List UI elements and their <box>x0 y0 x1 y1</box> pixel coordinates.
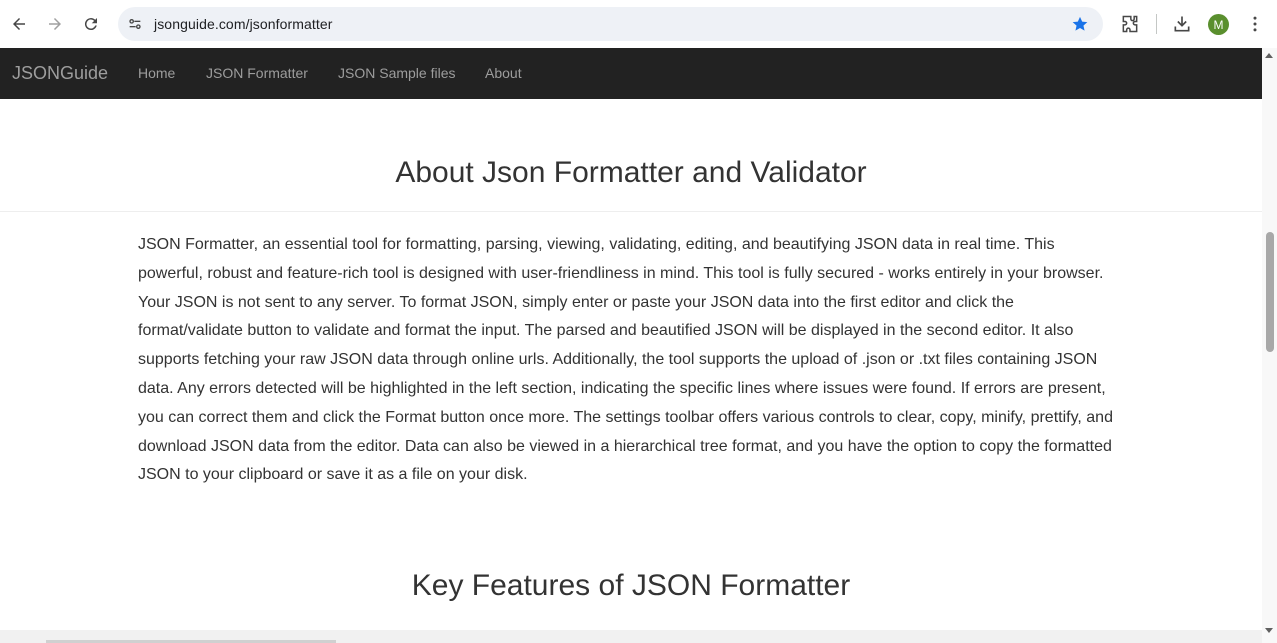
site-navbar: JSONGuide Home JSON Formatter JSON Sampl… <box>0 48 1262 99</box>
address-bar[interactable]: jsonguide.com/jsonformatter <box>118 7 1103 41</box>
reload-icon[interactable] <box>77 10 105 38</box>
url-text[interactable]: jsonguide.com/jsonformatter <box>154 16 333 32</box>
about-paragraph: JSON Formatter, an essential tool for fo… <box>138 236 1113 484</box>
back-arrow-icon[interactable] <box>5 10 33 38</box>
horizontal-scrollbar[interactable] <box>0 630 1262 643</box>
nav-link-json-sample-files[interactable]: JSON Sample files <box>338 65 455 81</box>
menu-kebab-icon[interactable] <box>1244 13 1266 35</box>
browser-toolbar: jsonguide.com/jsonformatter M <box>0 0 1277 48</box>
main-content: About Json Formatter and Validator JSON … <box>0 99 1262 643</box>
site-brand[interactable]: JSONGuide <box>12 63 108 84</box>
download-icon[interactable] <box>1171 13 1193 35</box>
section-divider <box>0 211 1262 212</box>
scroll-up-arrow-icon[interactable] <box>1265 53 1273 58</box>
scrollbar-thumb[interactable] <box>1266 232 1274 352</box>
about-heading: About Json Formatter and Validator <box>395 156 867 189</box>
scroll-down-arrow-icon[interactable] <box>1265 628 1273 633</box>
profile-avatar[interactable]: M <box>1208 14 1229 35</box>
toolbar-separator <box>1156 14 1157 34</box>
bookmark-star-icon[interactable] <box>1071 15 1089 33</box>
vertical-scrollbar[interactable] <box>1262 48 1277 643</box>
nav-link-json-formatter[interactable]: JSON Formatter <box>206 65 308 81</box>
nav-link-home[interactable]: Home <box>138 65 175 81</box>
site-info-icon[interactable] <box>124 13 146 35</box>
extensions-icon[interactable] <box>1119 13 1141 35</box>
features-heading: Key Features of JSON Formatter <box>411 569 851 602</box>
nav-link-about[interactable]: About <box>485 65 522 81</box>
forward-arrow-icon[interactable] <box>41 10 69 38</box>
